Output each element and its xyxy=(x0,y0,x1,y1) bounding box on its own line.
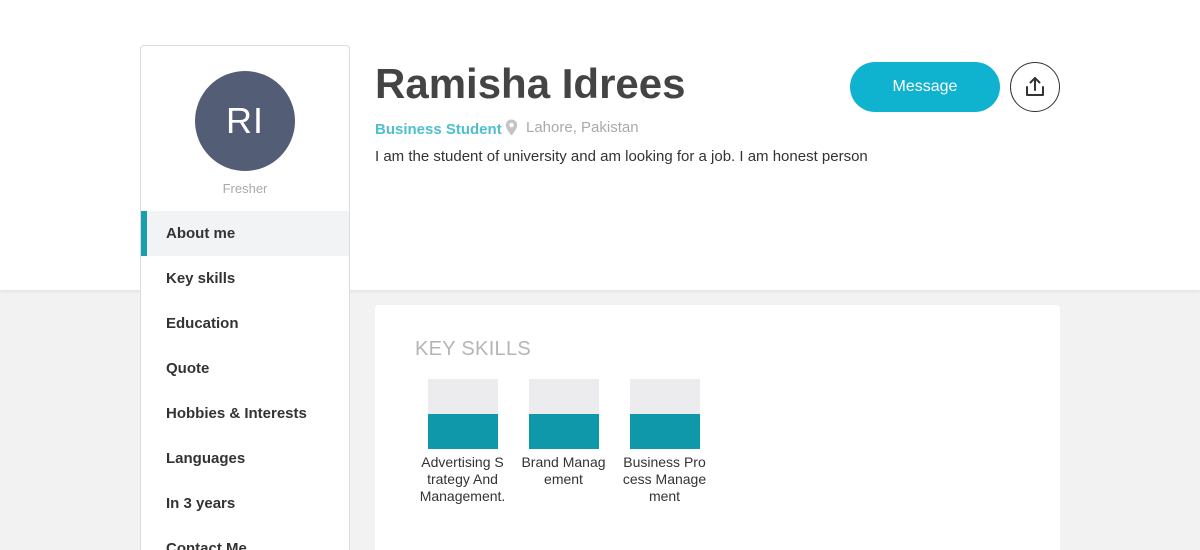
skill-name: Brand Management xyxy=(521,454,606,487)
skill-level-bar xyxy=(427,379,498,449)
sidebar-item-in-3-years[interactable]: In 3 years xyxy=(141,481,349,526)
share-button[interactable] xyxy=(1010,62,1060,112)
sidebar-item-languages[interactable]: Languages xyxy=(141,436,349,481)
skill-level-bar xyxy=(629,379,700,449)
skill-item: Advertising Strategy And Management. xyxy=(420,379,510,505)
message-button[interactable]: Message xyxy=(850,62,1000,112)
sidebar-item-label: In 3 years xyxy=(166,495,236,512)
sidebar-item-label: Contact Me xyxy=(166,540,247,550)
message-button-label: Message xyxy=(892,78,958,95)
sidebar-item-label: Languages xyxy=(166,450,246,467)
profile-location: Lahore, Pakistan xyxy=(505,119,639,136)
sidebar-item-label: Education xyxy=(166,315,239,332)
sidebar-item-quote[interactable]: Quote xyxy=(141,346,349,391)
sidebar-item-label: About me xyxy=(166,225,236,242)
avatar: RI xyxy=(195,71,295,171)
sidebar-item-about-me[interactable]: About me xyxy=(141,211,349,256)
sidebar-item-key-skills[interactable]: Key skills xyxy=(141,256,349,301)
sidebar-item-education[interactable]: Education xyxy=(141,301,349,346)
location-pin-icon xyxy=(505,119,518,136)
skill-name: Advertising Strategy And Management. xyxy=(419,454,506,504)
location-text: Lahore, Pakistan xyxy=(526,119,639,136)
share-upload-icon xyxy=(1026,77,1044,96)
sidebar-nav: About me Key skills Education Quote Hobb… xyxy=(141,211,349,550)
profile-role: Business Student xyxy=(375,121,502,138)
skill-item: Business Process Management xyxy=(622,379,712,505)
profile-bio: I am the student of university and am lo… xyxy=(375,148,868,165)
profile-name: Ramisha Idrees xyxy=(375,60,686,107)
section-title: KEY SKILLS xyxy=(415,338,532,360)
skill-level-fill xyxy=(427,414,498,449)
profile-sidebar: RI Fresher About me Key skills Education… xyxy=(140,45,350,550)
sidebar-item-label: Quote xyxy=(166,360,210,377)
sidebar-item-label: Hobbies & Interests xyxy=(166,405,307,422)
sidebar-item-hobbies-interests[interactable]: Hobbies & Interests xyxy=(141,391,349,436)
skill-level-bar xyxy=(528,379,599,449)
sidebar-item-contact-me[interactable]: Contact Me xyxy=(141,526,349,550)
skill-level-fill xyxy=(629,414,700,449)
avatar-initials: RI xyxy=(226,100,264,141)
skill-level-fill xyxy=(528,414,599,449)
key-skills-card: KEY SKILLS Advertising Strategy And Mana… xyxy=(375,305,1060,550)
skills-list: Advertising Strategy And Management. Bra… xyxy=(420,379,723,505)
skill-name: Business Process Management xyxy=(622,454,707,504)
skill-item: Brand Management xyxy=(521,379,611,505)
sidebar-item-label: Key skills xyxy=(166,270,236,287)
experience-level: Fresher xyxy=(222,181,268,196)
